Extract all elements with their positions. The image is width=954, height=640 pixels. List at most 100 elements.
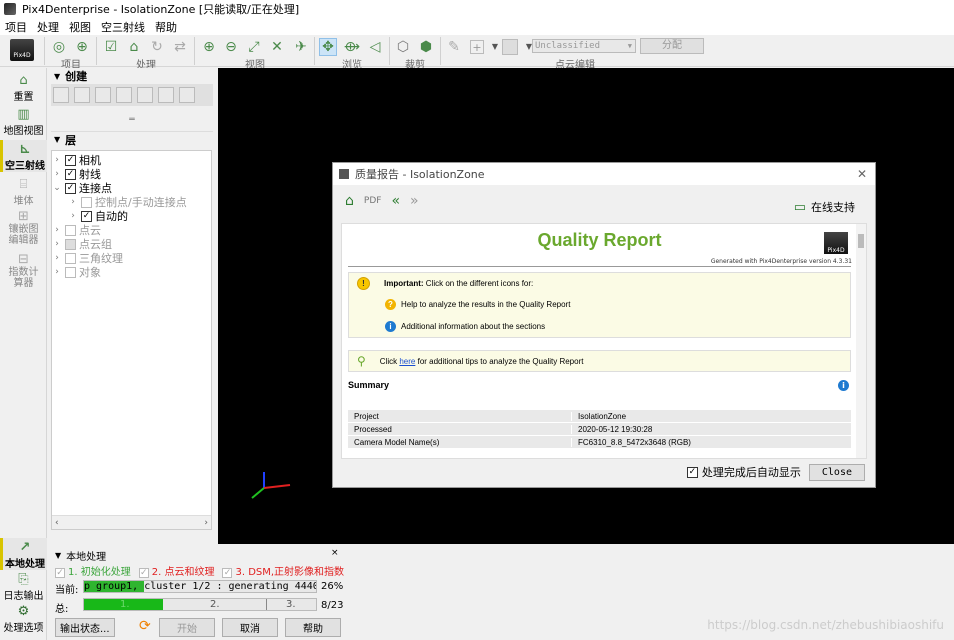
create-header[interactable]: ▼ 创建 — [51, 68, 213, 84]
sidebar-item-log[interactable]: ⎘ 日志输出 — [0, 573, 47, 603]
menu-project[interactable]: 项目 — [0, 19, 32, 35]
menu-raycloud[interactable]: 空三射线 — [96, 19, 150, 35]
checkbox[interactable]: ✓ — [55, 568, 65, 578]
sidebar-item-index-calculator[interactable]: ⊟ 指数计算器 — [0, 253, 47, 290]
close-icon[interactable]: × — [331, 548, 339, 558]
checkbox[interactable]: ✓ — [138, 568, 149, 578]
back-icon[interactable]: « — [391, 193, 400, 209]
scroll-right-icon[interactable]: › — [204, 518, 208, 528]
layers-header[interactable]: ▼ 层 — [51, 131, 213, 147]
zoom-fit-icon[interactable]: ✕ — [268, 38, 286, 56]
layer-tie-points[interactable]: ⌄ ✓ 连接点 — [52, 181, 211, 195]
chevron-right-icon[interactable]: › — [52, 155, 62, 165]
clip-edit-icon[interactable]: ⬢ — [417, 38, 435, 56]
chevron-right-icon[interactable]: › — [52, 267, 62, 277]
assign-button[interactable]: 分配 — [640, 38, 704, 54]
fly-icon[interactable]: ◁ — [366, 38, 384, 56]
rematch-icon[interactable]: ⇄ — [171, 38, 189, 56]
zoom-extent-icon[interactable]: ⤢ — [245, 38, 263, 56]
reoptimize-icon[interactable]: ↻ — [148, 38, 166, 56]
sidebar-item-reset[interactable]: ⌂ 重置 — [0, 74, 47, 104]
camera-tool-icon[interactable] — [137, 87, 153, 103]
scroll-thumb[interactable] — [858, 234, 864, 248]
sidebar-item-mosaic-editor[interactable]: ⊞ 镶嵌图编辑器 — [0, 210, 47, 247]
export-status-button[interactable]: 输出状态... — [55, 618, 115, 637]
scroll-left-icon[interactable]: ‹ — [55, 518, 59, 528]
menu-help[interactable]: 帮助 — [150, 19, 182, 35]
layer-automatic[interactable]: › ✓ 自动的 — [52, 209, 211, 223]
sidebar-item-volumes[interactable]: ⌸ 堆体 — [0, 178, 47, 208]
sidebar-item-local-processing[interactable]: ↗ 本地处理 — [0, 538, 47, 570]
checkbox[interactable] — [65, 252, 76, 264]
online-support-link[interactable]: ▭ 在线支持 — [794, 199, 855, 215]
layer-pointcloud[interactable]: › 点云 — [52, 223, 211, 237]
layer-rays[interactable]: › ✓ 射线 — [52, 167, 211, 181]
clip-box-icon[interactable]: ⬡ — [394, 38, 412, 56]
menu-view[interactable]: 视图 — [64, 19, 96, 35]
step-2[interactable]: ✓ 2. 点云和纹理 — [138, 563, 214, 578]
orbit-icon[interactable]: ⟴ — [343, 38, 361, 56]
class-select[interactable]: Unclassified ▼ — [532, 39, 636, 53]
layer-mesh[interactable]: › 三角纹理 — [52, 251, 211, 265]
layer-pointcloud-groups[interactable]: › 点云组 — [52, 237, 211, 251]
checkbox[interactable]: ✓ — [222, 568, 233, 578]
chevron-down-icon[interactable]: ⌄ — [52, 183, 62, 193]
checkbox[interactable]: ✓ — [65, 154, 76, 166]
checkbox[interactable] — [65, 266, 76, 278]
menu-process[interactable]: 处理 — [32, 19, 64, 35]
chevron-right-icon[interactable]: › — [52, 169, 62, 179]
refresh-icon[interactable]: ⟳ — [139, 618, 151, 634]
checkbox[interactable] — [65, 224, 76, 236]
checkbox[interactable]: ✓ — [81, 210, 92, 222]
report-view[interactable]: Quality Report Pix4D Generated with Pix4… — [341, 223, 867, 459]
layer-cameras[interactable]: › ✓ 相机 — [52, 153, 211, 167]
processing-header[interactable]: ▼ 本地处理 — [55, 548, 106, 563]
add-class-icon[interactable]: + — [470, 40, 484, 54]
step-1[interactable]: ✓ 1. 初始化处理 — [55, 563, 131, 578]
chevron-right-icon[interactable]: › — [68, 197, 78, 207]
navigate-icon[interactable]: ✥ — [319, 38, 337, 56]
top-view-icon[interactable]: ✈ — [292, 38, 310, 56]
checkbox[interactable]: ✓ — [686, 466, 698, 478]
checkbox[interactable] — [65, 238, 76, 250]
tip-link[interactable]: here — [399, 357, 415, 366]
sidebar-item-raycloud[interactable]: ⊾ 空三射线 — [0, 140, 47, 172]
measure-tool-icon[interactable] — [158, 87, 174, 103]
edit-pen-icon[interactable]: ✎ — [445, 38, 463, 56]
home-icon[interactable]: ⌂ — [345, 193, 354, 209]
start-button[interactable]: 开始 — [159, 618, 215, 637]
pdf-icon[interactable]: PDF — [364, 196, 382, 206]
sidebar-item-options[interactable]: ⚙ 处理选项 — [0, 605, 47, 635]
layer-objects[interactable]: › 对象 — [52, 265, 211, 279]
volume-tool-icon[interactable] — [116, 87, 132, 103]
horizontal-scrollbar[interactable]: ‹ › — [52, 515, 211, 529]
chevron-right-icon[interactable]: › — [52, 239, 62, 249]
splitter[interactable]: ═ — [51, 106, 213, 131]
checkbox[interactable]: ✓ — [65, 182, 76, 194]
cancel-button[interactable]: 取消 — [222, 618, 278, 637]
sidebar-item-map-view[interactable]: ▥ 地图视图 — [0, 108, 47, 138]
close-icon[interactable]: ✕ — [857, 167, 867, 181]
grid-tool-icon[interactable] — [179, 87, 195, 103]
open-folder-icon[interactable]: ⌂ — [125, 38, 143, 56]
layer-gcp[interactable]: › 控制点/手动连接点 — [52, 195, 211, 209]
project-icon[interactable]: ◎ — [50, 38, 68, 56]
chevron-right-icon[interactable]: › — [52, 253, 62, 263]
forward-icon[interactable]: » — [410, 193, 419, 209]
step-3[interactable]: ✓ 3. DSM,正射影像和指数 — [222, 563, 344, 578]
gcp-icon[interactable]: ⊕ — [73, 38, 91, 56]
vertical-scrollbar[interactable] — [856, 224, 866, 458]
rectangle-tool-icon[interactable] — [53, 87, 69, 103]
checkbox[interactable]: ✓ — [65, 168, 76, 180]
report-icon[interactable]: ☑ — [102, 38, 120, 56]
polyline-tool-icon[interactable] — [95, 87, 111, 103]
chevron-right-icon[interactable]: › — [52, 225, 62, 235]
checkbox[interactable] — [81, 196, 92, 208]
polygon-tool-icon[interactable] — [74, 87, 90, 103]
help-button[interactable]: 帮助 — [285, 618, 341, 637]
close-button[interactable]: Close — [808, 463, 865, 481]
info-icon[interactable]: i — [838, 380, 849, 391]
chevron-right-icon[interactable]: › — [68, 211, 78, 221]
zoom-in-icon[interactable]: ⊕ — [200, 38, 218, 56]
auto-show-toggle[interactable]: ✓ 处理完成后自动显示 — [686, 464, 801, 480]
